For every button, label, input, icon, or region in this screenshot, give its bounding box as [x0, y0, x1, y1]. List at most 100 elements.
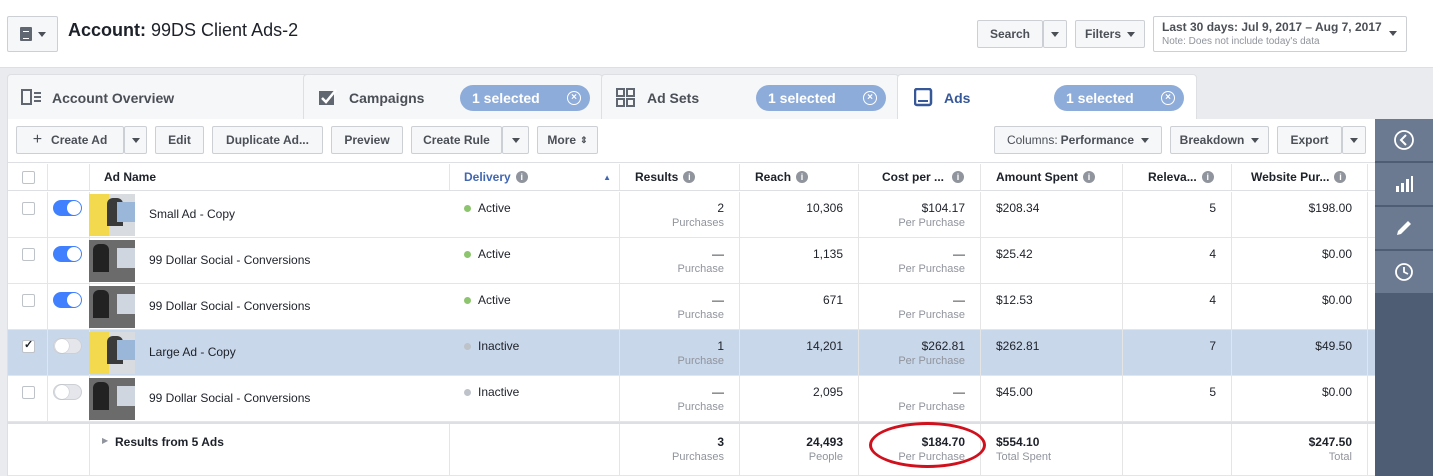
ad-name[interactable]: 99 Dollar Social - Conversions	[149, 299, 310, 313]
filters-button[interactable]: Filters	[1075, 20, 1145, 48]
info-icon[interactable]: i	[1083, 171, 1095, 183]
ad-status-toggle[interactable]	[53, 292, 82, 308]
totals-label-cell[interactable]: ▶ Results from 5 Ads	[90, 424, 450, 475]
history-rail-button[interactable]	[1375, 251, 1433, 294]
ad-status-toggle[interactable]	[53, 200, 82, 216]
row-checkbox-cell	[8, 192, 48, 237]
relevance-value: 4	[1209, 247, 1216, 261]
filters-label: Filters	[1084, 27, 1121, 41]
totals-relevance-cell	[1123, 424, 1232, 475]
col-reach[interactable]: Reach i	[740, 164, 859, 190]
tab-account-overview[interactable]: Account Overview	[7, 74, 337, 120]
info-icon[interactable]: i	[952, 171, 965, 183]
reach-value: 14,201	[806, 339, 843, 353]
ad-name[interactable]: Large Ad - Copy	[149, 345, 236, 359]
grid-icon	[616, 88, 635, 107]
spent-value: $25.42	[996, 247, 1033, 261]
table-row[interactable]: 99 Dollar Social - Conversions Inactive …	[8, 376, 1376, 422]
selected-pill[interactable]: 1 selected ×	[1054, 85, 1184, 111]
row-checkbox[interactable]	[22, 248, 35, 261]
document-icon	[19, 27, 32, 41]
select-all-checkbox[interactable]	[22, 171, 35, 184]
ad-name[interactable]: 99 Dollar Social - Conversions	[149, 253, 310, 267]
relevance-cell: 4	[1123, 284, 1232, 329]
row-checkbox[interactable]	[22, 202, 35, 215]
export-dropdown[interactable]	[1342, 126, 1366, 154]
ad-thumbnail	[89, 378, 135, 420]
col-results[interactable]: Results i	[620, 164, 740, 190]
col-amount-spent[interactable]: Amount Spent i	[981, 164, 1123, 190]
ad-thumbnail	[89, 194, 135, 236]
more-button[interactable]: More ⇕	[537, 126, 598, 154]
cost-sub: Per Purchase	[898, 355, 965, 367]
chevron-down-icon	[37, 31, 46, 37]
row-checkbox[interactable]	[22, 294, 35, 307]
col-delivery[interactable]: Delivery i ▲	[450, 164, 620, 190]
create-rule-label: Create Rule	[423, 133, 490, 147]
edit-button[interactable]: Edit	[155, 126, 204, 154]
export-button[interactable]: Export	[1277, 126, 1342, 154]
info-icon[interactable]: i	[1201, 171, 1214, 183]
selected-pill[interactable]: 1 selected ×	[460, 85, 590, 111]
breakdown-button[interactable]: Breakdown	[1170, 126, 1269, 154]
table-row[interactable]: Small Ad - Copy Active 2 Purchases 10,306…	[8, 192, 1376, 238]
ad-status-toggle[interactable]	[53, 246, 82, 262]
cost-sub: Per Purchase	[898, 401, 965, 413]
ad-name[interactable]: Small Ad - Copy	[149, 207, 235, 221]
info-icon[interactable]: i	[683, 171, 696, 183]
table-row[interactable]: 99 Dollar Social - Conversions Active — P…	[8, 284, 1376, 330]
totals-spent-sub: Total Spent	[996, 451, 1052, 463]
tab-campaigns[interactable]: Campaigns 1 selected ×	[303, 74, 603, 120]
chevron-down-icon	[511, 137, 520, 143]
selected-pill[interactable]: 1 selected ×	[756, 85, 886, 111]
edit-rail-button[interactable]	[1375, 207, 1433, 250]
status-dot-icon	[464, 205, 471, 212]
page-title: Account: 99DS Client Ads-2	[68, 20, 298, 41]
duplicate-ad-button[interactable]: Duplicate Ad...	[212, 126, 323, 154]
cost-value: —	[953, 247, 965, 261]
spent-value: $208.34	[996, 201, 1040, 215]
ad-name[interactable]: 99 Dollar Social - Conversions	[149, 391, 310, 405]
account-menu-button[interactable]	[7, 16, 58, 52]
search-button[interactable]: Search	[977, 20, 1043, 48]
col-relevance[interactable]: Releva... i	[1123, 164, 1232, 190]
search-dropdown-button[interactable]	[1043, 20, 1067, 48]
ad-status-toggle[interactable]	[53, 384, 82, 400]
info-icon[interactable]: i	[515, 171, 528, 183]
col-cost-per[interactable]: Cost per ... i	[859, 164, 981, 190]
table-row-selected[interactable]: Large Ad - Copy Inactive 1 Purchase 14,20…	[8, 330, 1376, 376]
tab-label: Campaigns	[349, 89, 425, 106]
delivery-status: Inactive	[478, 339, 520, 353]
website-cell: $49.50	[1232, 330, 1368, 375]
row-checkbox[interactable]	[22, 338, 35, 353]
col-ad-name[interactable]: Ad Name	[90, 164, 450, 190]
info-icon[interactable]: i	[1334, 171, 1347, 183]
expand-arrow-icon[interactable]: ▶	[102, 436, 108, 445]
table-row[interactable]: 99 Dollar Social - Conversions Active — P…	[8, 238, 1376, 284]
preview-button[interactable]: Preview	[331, 126, 403, 154]
close-icon[interactable]: ×	[567, 91, 581, 105]
cost-cell: $104.17 Per Purchase	[859, 192, 981, 237]
columns-button[interactable]: Columns: Performance	[994, 126, 1162, 154]
top-header: Account: 99DS Client Ads-2 Search Filter…	[0, 0, 1433, 68]
row-checkbox[interactable]	[22, 386, 35, 399]
create-rule-button[interactable]: Create Rule	[411, 126, 502, 154]
tab-ads[interactable]: Ads 1 selected ×	[897, 74, 1197, 120]
charts-rail-button[interactable]	[1375, 163, 1433, 206]
create-ad-dropdown[interactable]	[124, 126, 147, 154]
collapse-rail-button[interactable]	[1375, 119, 1433, 162]
ad-status-toggle[interactable]	[53, 338, 82, 354]
relevance-cell: 4	[1123, 238, 1232, 283]
create-rule-dropdown[interactable]	[502, 126, 529, 154]
results-value: —	[712, 293, 724, 307]
duplicate-label: Duplicate Ad...	[226, 133, 309, 147]
col-website-purchases[interactable]: Website Pur... i	[1232, 164, 1368, 190]
tab-ad-sets[interactable]: Ad Sets 1 selected ×	[601, 74, 899, 120]
delivery-cell: Inactive	[450, 330, 620, 375]
close-icon[interactable]: ×	[863, 91, 877, 105]
date-range-picker[interactable]: Last 30 days: Jul 9, 2017 – Aug 7, 2017 …	[1153, 16, 1407, 52]
create-ad-button[interactable]: + Create Ad	[16, 126, 124, 154]
close-icon[interactable]: ×	[1161, 91, 1175, 105]
info-icon[interactable]: i	[796, 171, 809, 183]
row-checkbox-cell	[8, 284, 48, 329]
